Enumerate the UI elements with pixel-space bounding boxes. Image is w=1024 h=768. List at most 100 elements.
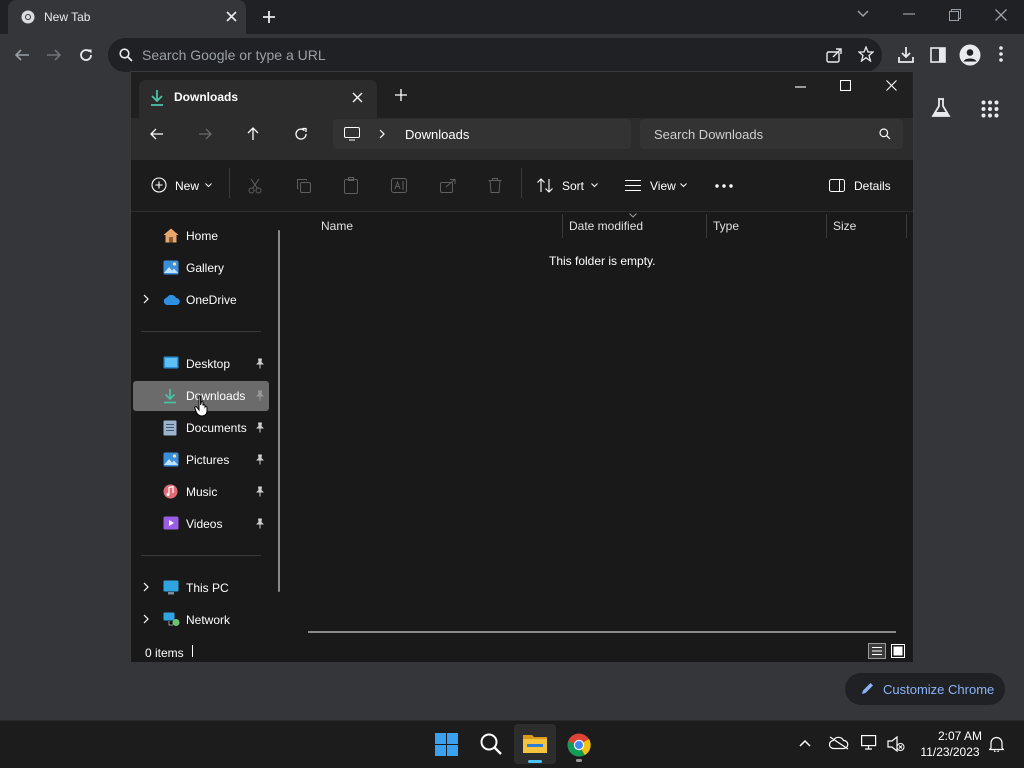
pin-icon[interactable]: [255, 454, 265, 465]
breadcrumb-chevron-icon[interactable]: [379, 129, 385, 139]
sort-button[interactable]: Sort: [531, 171, 601, 201]
add-explorer-tab-icon[interactable]: [395, 89, 407, 101]
active-app-indicator: [528, 760, 542, 763]
large-icons-view-icon[interactable]: [891, 644, 905, 658]
sort-arrows-icon: [537, 178, 553, 193]
pin-icon[interactable]: [255, 390, 265, 401]
explorer-tab-downloads[interactable]: Downloads: [139, 80, 377, 118]
details-pane-icon: [829, 179, 845, 192]
search-icon: [119, 48, 133, 62]
taskbar-explorer-button[interactable]: [514, 724, 556, 764]
nav-item-music[interactable]: Music: [133, 477, 269, 507]
labs-flask-icon[interactable]: [930, 97, 952, 119]
cut-icon[interactable]: [248, 178, 262, 194]
delete-trash-icon[interactable]: [488, 177, 502, 193]
nav-label: OneDrive: [186, 293, 237, 307]
back-arrow-icon[interactable]: [14, 47, 30, 63]
taskbar-search-icon[interactable]: [480, 733, 502, 755]
address-bar[interactable]: Downloads: [333, 119, 631, 149]
network-disconnected-icon[interactable]: [861, 735, 879, 752]
explorer-minimize-icon[interactable]: [795, 86, 806, 88]
rename-icon[interactable]: [391, 178, 407, 193]
windows-start-icon[interactable]: [435, 733, 458, 756]
share-icon[interactable]: [440, 178, 456, 193]
show-hidden-icons-chevron-icon[interactable]: [799, 739, 811, 747]
nav-item-thispc[interactable]: This PC: [133, 573, 269, 603]
details-pane-button[interactable]: Details: [823, 171, 903, 201]
paste-icon[interactable]: [344, 177, 358, 194]
column-divider[interactable]: [906, 214, 907, 238]
minimize-icon[interactable]: [903, 13, 915, 15]
file-explorer-folder-icon: [523, 733, 547, 753]
taskbar-chrome-icon[interactable]: [567, 733, 591, 762]
chevron-down-icon: [591, 183, 598, 188]
onedrive-offline-icon[interactable]: [829, 736, 849, 750]
taskbar-clock-time[interactable]: 2:07 AM: [930, 729, 990, 743]
customize-chrome-button[interactable]: Customize Chrome: [845, 673, 1005, 705]
downloads-icon[interactable]: [897, 46, 915, 64]
volume-muted-icon[interactable]: [887, 736, 905, 752]
column-header-type[interactable]: Type: [713, 219, 739, 233]
column-divider[interactable]: [826, 214, 827, 238]
pin-icon[interactable]: [255, 422, 265, 433]
explorer-back-icon[interactable]: [150, 127, 164, 141]
restore-icon[interactable]: [949, 9, 961, 21]
view-button[interactable]: View: [619, 171, 693, 201]
nav-pane-scrollbar[interactable]: [278, 230, 280, 592]
chrome-menu-icon[interactable]: [999, 46, 1003, 62]
explorer-up-icon[interactable]: [246, 127, 260, 141]
notification-bell-icon[interactable]: [989, 736, 1004, 752]
cmd-divider: [521, 168, 522, 198]
explorer-forward-icon[interactable]: [198, 127, 212, 141]
nav-item-network[interactable]: Network: [133, 605, 269, 635]
expand-chevron-icon[interactable]: [143, 582, 149, 592]
column-divider[interactable]: [706, 214, 707, 238]
pin-icon[interactable]: [255, 358, 265, 369]
details-view-icon[interactable]: [868, 643, 886, 659]
close-explorer-tab-icon[interactable]: [352, 92, 363, 103]
nav-item-desktop[interactable]: Desktop: [133, 349, 269, 379]
column-header-name[interactable]: Name: [321, 219, 353, 233]
nav-item-onedrive[interactable]: OneDrive: [133, 285, 269, 315]
pin-icon[interactable]: [255, 486, 265, 497]
nav-item-gallery[interactable]: Gallery: [133, 253, 269, 283]
tab-search-chevron-icon[interactable]: [857, 10, 869, 18]
reload-icon[interactable]: [78, 47, 94, 63]
nav-item-documents[interactable]: Documents: [133, 413, 269, 443]
file-list-area: [289, 213, 913, 640]
nav-item-pictures[interactable]: Pictures: [133, 445, 269, 475]
explorer-search-input[interactable]: Search Downloads: [640, 119, 903, 149]
forward-arrow-icon[interactable]: [46, 47, 62, 63]
horizontal-scrollbar[interactable]: [308, 631, 896, 633]
close-window-icon[interactable]: [995, 9, 1007, 21]
new-button[interactable]: New: [145, 171, 213, 201]
explorer-refresh-icon[interactable]: [294, 127, 308, 141]
new-tab-plus-icon[interactable]: [262, 10, 276, 24]
search-icon: [879, 128, 891, 140]
browser-tab-new-tab[interactable]: New Tab: [8, 0, 246, 34]
expand-chevron-icon[interactable]: [143, 294, 149, 304]
google-apps-grid-icon[interactable]: [981, 100, 999, 118]
bookmark-star-icon[interactable]: [858, 46, 874, 62]
copy-icon[interactable]: [296, 178, 311, 193]
close-tab-icon[interactable]: [226, 11, 237, 22]
nav-item-videos[interactable]: Videos: [133, 509, 269, 539]
view-list-icon: [625, 180, 641, 191]
omnibox[interactable]: Search Google or type a URL: [108, 38, 882, 72]
profile-avatar-icon[interactable]: [959, 44, 981, 66]
share-icon[interactable]: [826, 47, 842, 63]
column-header-size[interactable]: Size: [833, 219, 856, 233]
breadcrumb-downloads[interactable]: Downloads: [405, 127, 469, 142]
column-divider[interactable]: [562, 214, 563, 238]
home-icon: [163, 228, 179, 243]
taskbar-clock-date[interactable]: 11/23/2023: [910, 745, 990, 759]
explorer-maximize-icon[interactable]: [840, 80, 851, 91]
pin-icon[interactable]: [255, 518, 265, 529]
column-header-date-modified[interactable]: Date modified: [569, 219, 643, 233]
nav-label: Pictures: [186, 453, 230, 467]
more-options-icon[interactable]: [715, 184, 733, 188]
nav-item-home[interactable]: Home: [133, 221, 269, 251]
expand-chevron-icon[interactable]: [143, 614, 149, 624]
explorer-close-icon[interactable]: [886, 80, 897, 91]
side-panel-icon[interactable]: [930, 47, 946, 63]
